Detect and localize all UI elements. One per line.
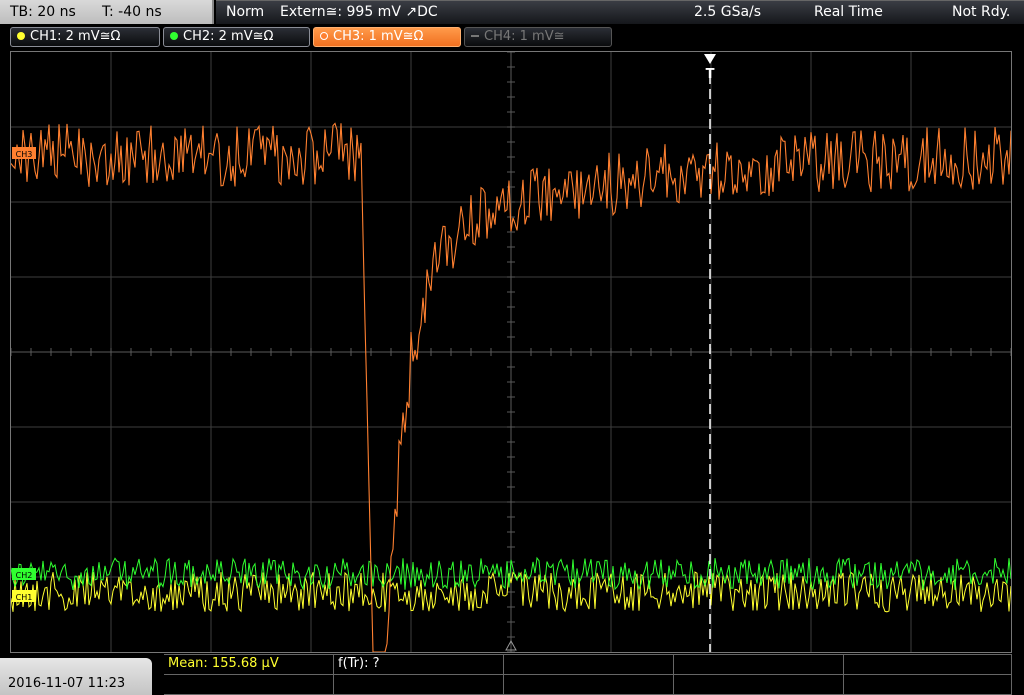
- trigger-status-panel: Norm Extern≅: 995 mV ↗DC 2.5 GSa/s Real …: [216, 0, 1024, 24]
- channel-tab-ch4[interactable]: CH4: 1 mV≅: [464, 27, 612, 47]
- measurement-slot-9[interactable]: [674, 675, 844, 695]
- ch2-ground-marker[interactable]: CH2: [12, 568, 36, 580]
- acquisition-mode[interactable]: Real Time: [814, 1, 883, 24]
- trigger-source[interactable]: Extern≅: 995 mV ↗DC: [280, 1, 438, 24]
- ch3-indicator-icon: [320, 32, 328, 40]
- measurement-slot-7[interactable]: [334, 675, 504, 695]
- measurement-slot-4[interactable]: [674, 655, 844, 675]
- trigger-mode[interactable]: Norm: [226, 1, 264, 24]
- ch1-marker-label: CH1: [16, 593, 33, 602]
- ch2-indicator-icon: [170, 32, 178, 40]
- channel-tab-ch3[interactable]: CH3: 1 mV≅Ω: [313, 27, 461, 47]
- trigger-position-icon[interactable]: [704, 54, 716, 64]
- ch1-ground-marker[interactable]: CH1: [12, 590, 36, 602]
- measurement-grid: Mean: 155.68 µV f(Tr): ?: [164, 654, 1012, 695]
- timebase-value[interactable]: TB: 20 ns: [10, 0, 76, 24]
- mean-measurement[interactable]: Mean: 155.68 µV: [164, 655, 334, 675]
- ch3-label: CH3: 1 mV≅Ω: [333, 29, 424, 44]
- measurement-slot-5[interactable]: [844, 655, 1012, 675]
- ch3-ground-marker[interactable]: CH3: [12, 147, 36, 159]
- datetime-display: 2016-11-07 11:23: [0, 658, 152, 695]
- channel-tabs: CH1: 2 mV≅Ω CH2: 2 mV≅Ω CH3: 1 mV≅Ω CH4:…: [0, 25, 1024, 49]
- measurement-slot-10[interactable]: [844, 675, 1012, 695]
- channel-tab-ch1[interactable]: CH1: 2 mV≅Ω: [10, 27, 160, 47]
- trigger-label: T: [706, 67, 715, 82]
- channel-tab-ch2[interactable]: CH2: 2 mV≅Ω: [163, 27, 310, 47]
- run-state[interactable]: Not Rdy.: [952, 1, 1010, 24]
- measurement-slot-6[interactable]: [164, 675, 334, 695]
- status-bar: TB: 20 ns T: -40 ns Norm Extern≅: 995 mV…: [0, 0, 1024, 24]
- waveform-display[interactable]: T CH3 CH2 CH1: [11, 52, 1011, 652]
- measurement-slot-3[interactable]: [504, 655, 674, 675]
- ch3-marker-label: CH3: [16, 150, 33, 159]
- timebase-panel[interactable]: TB: 20 ns T: -40 ns: [0, 0, 214, 24]
- ch4-label: CH4: 1 mV≅: [484, 29, 565, 44]
- ch1-label: CH1: 2 mV≅Ω: [30, 29, 121, 44]
- measurement-bar: 2016-11-07 11:23 Mean: 155.68 µV f(Tr): …: [0, 654, 1024, 695]
- ch4-off-indicator-icon: [471, 35, 479, 37]
- trigger-offset-value[interactable]: T: -40 ns: [102, 0, 162, 24]
- ch2-marker-label: CH2: [16, 571, 33, 580]
- sample-rate[interactable]: 2.5 GSa/s: [694, 1, 761, 24]
- measurement-slot-8[interactable]: [504, 675, 674, 695]
- risetime-measurement[interactable]: f(Tr): ?: [334, 655, 504, 675]
- ch1-indicator-icon: [17, 32, 25, 40]
- ch2-label: CH2: 2 mV≅Ω: [183, 29, 274, 44]
